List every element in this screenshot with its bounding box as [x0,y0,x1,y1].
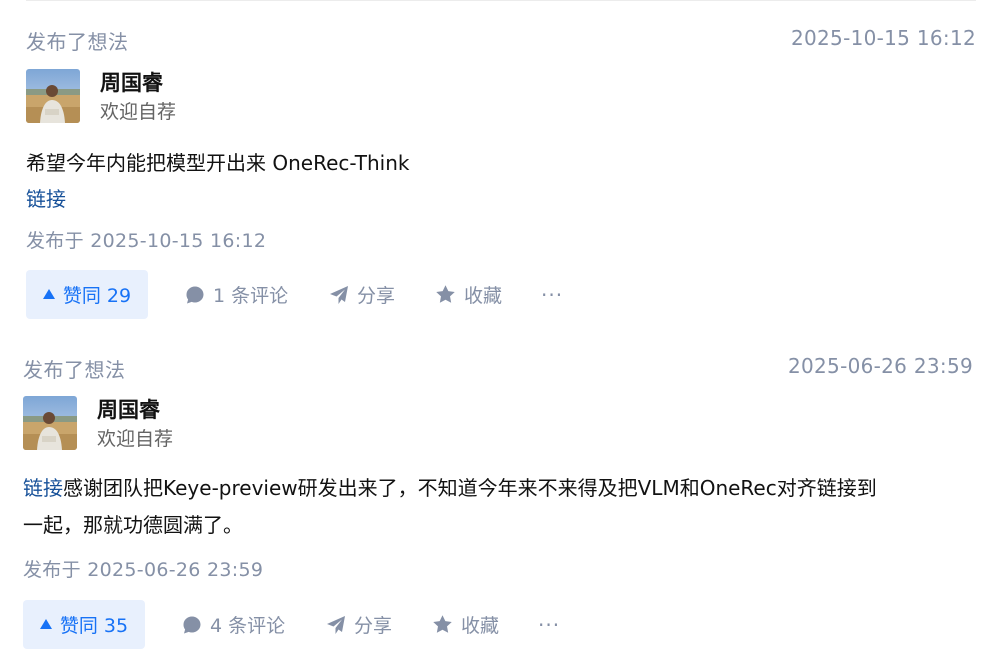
post-link[interactable]: 链接 [26,181,976,217]
star-icon [432,614,453,635]
post-text-line-2: 一起，那就功德圆满了。 [23,513,243,537]
vote-label: 赞同 35 [59,615,129,637]
avatar[interactable] [26,69,80,123]
author-name[interactable]: 周国睿 [100,67,163,97]
action-type-label: 发布了想法 [26,30,129,54]
feed-item-header: 发布了想法 2025-10-15 16:12 [26,26,976,54]
vote-label: 赞同 29 [62,285,132,307]
share-button[interactable]: 分享 [329,270,395,319]
feed-item-header: 发布了想法 2025-06-26 23:59 [23,354,973,382]
more-button[interactable]: ··· [538,600,560,649]
star-icon [435,284,456,305]
action-bar: 赞同 35 4 条评论 分享 收藏 ··· [23,600,623,649]
action-type-label: 发布了想法 [23,358,126,382]
paper-plane-icon [329,285,349,305]
author-bio: 欢迎自荐 [97,428,174,450]
activity-feed: 发布了想法 2025-10-15 16:12 周国睿 欢迎自荐 希望今年内能把模… [0,0,1000,655]
post-link[interactable]: 链接 [23,476,63,500]
favorite-button[interactable]: 收藏 [432,600,499,649]
post-text-line-1: 感谢团队把Keye-preview研发出来了，不知道今年来不来得及把VLM和On… [63,476,877,500]
published-time: 发布于 2025-06-26 23:59 [23,559,264,581]
post-content: 链接感谢团队把Keye-preview研发出来了，不知道今年来不来得及把VLM和… [23,470,973,544]
comment-button[interactable]: 4 条评论 [182,600,285,649]
comment-button[interactable]: 1 条评论 [185,270,288,319]
share-label: 分享 [354,615,393,637]
comment-label: 4 条评论 [210,615,286,637]
more-button[interactable]: ··· [541,270,563,319]
ellipsis-icon: ··· [538,612,561,637]
post-time[interactable]: 2025-10-15 16:12 [791,26,976,50]
vote-up-button[interactable]: 赞同 29 [26,270,148,319]
post-text: 希望今年内能把模型开出来 OneRec-Think [26,151,410,175]
favorite-label: 收藏 [464,285,503,307]
comment-bubble-icon [182,615,202,635]
author-name[interactable]: 周国睿 [97,394,160,424]
vote-up-button[interactable]: 赞同 35 [23,600,145,649]
ellipsis-icon: ··· [541,282,564,307]
post-content: 希望今年内能把模型开出来 OneRec-Think 链接 [26,145,976,217]
avatar[interactable] [23,396,77,450]
paper-plane-icon [326,615,346,635]
post-time[interactable]: 2025-06-26 23:59 [788,354,973,378]
share-label: 分享 [357,285,396,307]
favorite-label: 收藏 [461,615,500,637]
share-button[interactable]: 分享 [326,600,392,649]
published-time: 发布于 2025-10-15 16:12 [26,230,267,252]
author-bio: 欢迎自荐 [100,101,177,123]
favorite-button[interactable]: 收藏 [435,270,502,319]
triangle-up-icon [39,618,52,629]
comment-label: 1 条评论 [213,285,289,307]
action-bar: 赞同 29 1 条评论 分享 收藏 ··· [26,270,626,319]
comment-bubble-icon [185,285,205,305]
divider [26,0,976,1]
triangle-up-icon [42,288,55,299]
